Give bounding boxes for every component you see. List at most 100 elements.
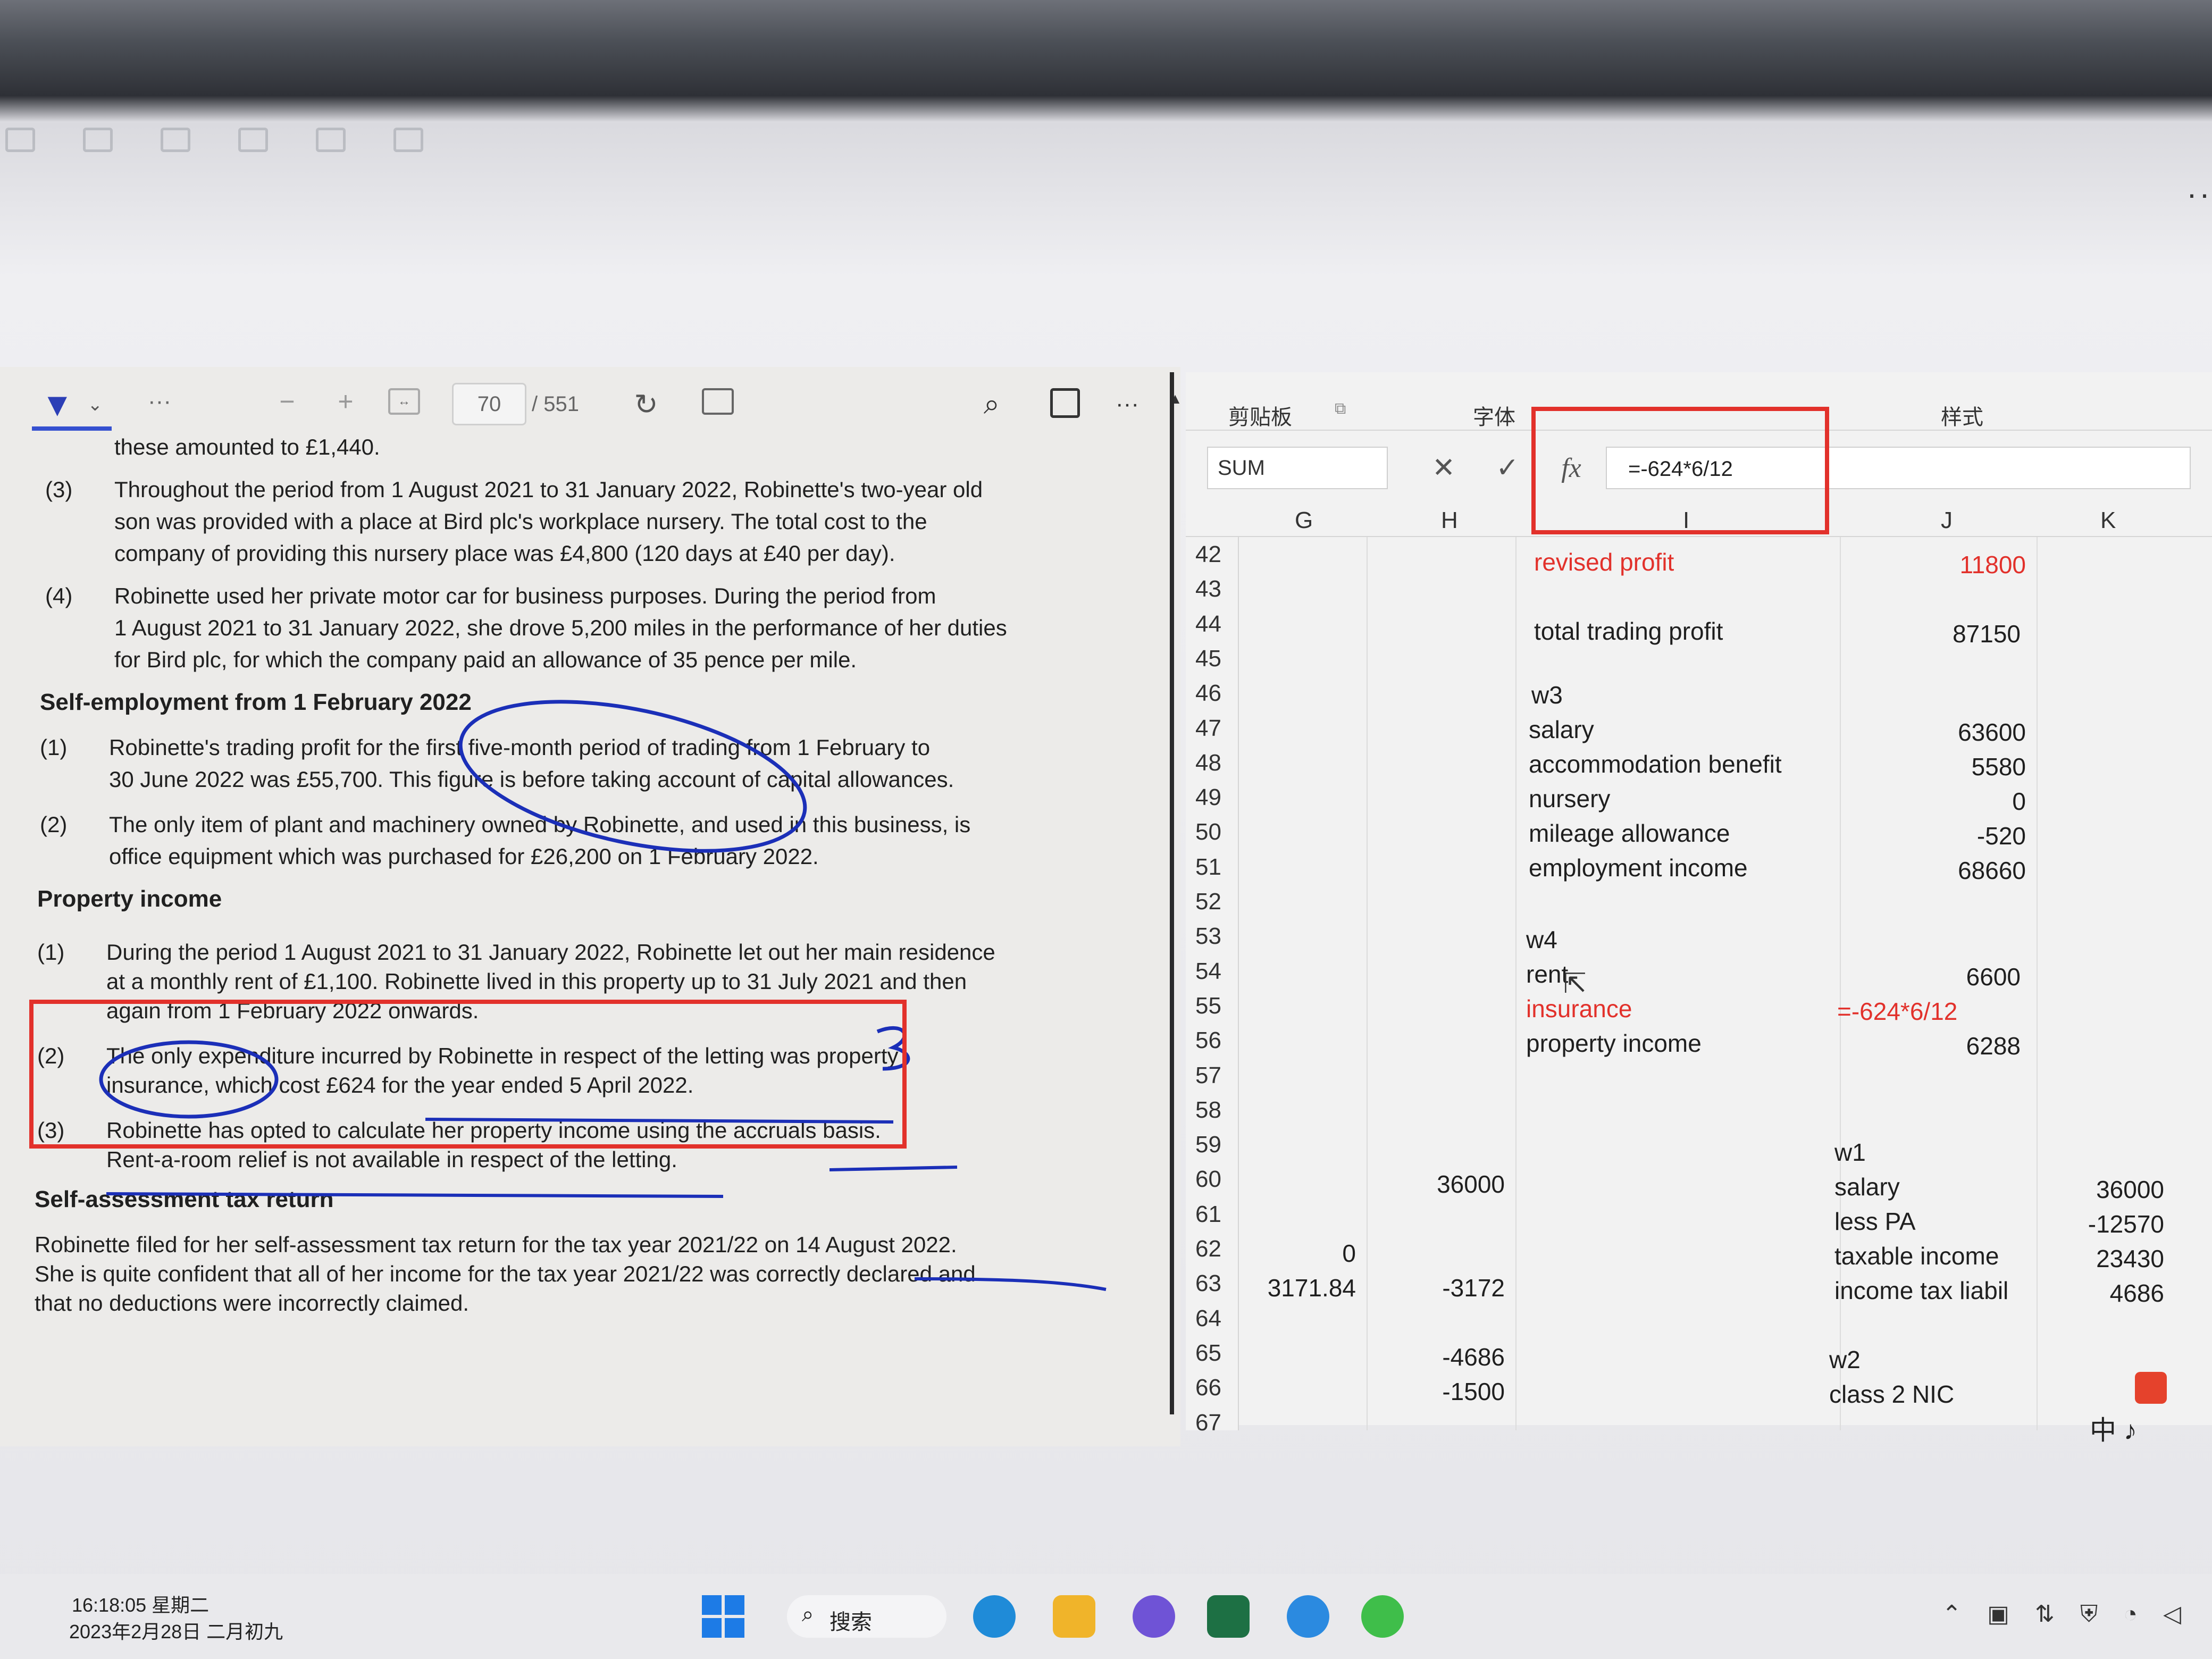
enter-icon[interactable]: ✓: [1484, 447, 1531, 489]
row-header[interactable]: 59: [1195, 1132, 1221, 1158]
row-header[interactable]: 48: [1195, 750, 1221, 776]
row-header[interactable]: 67: [1195, 1410, 1221, 1436]
row-header[interactable]: 46: [1195, 680, 1221, 707]
cell-value[interactable]: 6600: [1914, 962, 2021, 991]
cell-label[interactable]: mileage allowance: [1529, 819, 1730, 848]
cell-value[interactable]: -12570: [2052, 1210, 2164, 1238]
row-header[interactable]: 53: [1195, 923, 1221, 950]
cell-label[interactable]: w4: [1526, 925, 1557, 954]
cell-label[interactable]: taxable income: [1834, 1242, 1999, 1270]
row-header[interactable]: 52: [1195, 889, 1221, 915]
row-header[interactable]: 49: [1195, 784, 1221, 811]
clock-time[interactable]: 16:18:05 星期二: [72, 1590, 209, 1618]
cell-value[interactable]: 87150: [1914, 619, 2021, 648]
browser-icon[interactable]: [1287, 1595, 1329, 1638]
cell-value[interactable]: 23430: [2052, 1244, 2164, 1273]
annotation-ellipse: [458, 700, 807, 853]
cell-label[interactable]: total trading profit: [1534, 617, 1723, 646]
cell-label[interactable]: w1: [1834, 1138, 1866, 1167]
cancel-icon[interactable]: ✕: [1420, 447, 1468, 489]
excel-icon[interactable]: [1207, 1595, 1250, 1638]
cell-value[interactable]: -3172: [1372, 1273, 1505, 1302]
row-header[interactable]: 57: [1195, 1062, 1221, 1089]
cell-value[interactable]: 11800: [1920, 550, 2026, 579]
row-header[interactable]: 45: [1195, 646, 1221, 672]
pdf-viewer: ▼ ⌄ ··· − + ↔ 70 / 551 ↻ ⌕ ··· ▲ these am…: [0, 367, 1183, 1446]
window-divider[interactable]: [1170, 372, 1174, 1414]
cell-value[interactable]: 68660: [1920, 856, 2026, 885]
wechat-icon[interactable]: [1361, 1595, 1404, 1638]
row-header[interactable]: 42: [1195, 541, 1221, 568]
cell-label[interactable]: rent: [1526, 960, 1568, 988]
cell-label[interactable]: salary: [1529, 715, 1594, 744]
cell-label[interactable]: salary: [1834, 1172, 1900, 1201]
row-header[interactable]: 62: [1195, 1236, 1221, 1262]
ime-logo-icon[interactable]: [2135, 1372, 2167, 1404]
cell-label[interactable]: accommodation benefit: [1529, 750, 1782, 778]
copy-icon[interactable]: [161, 128, 190, 152]
name-box[interactable]: SUM: [1207, 447, 1388, 489]
taskbar-search-button[interactable]: ⌕ 搜索: [787, 1595, 946, 1638]
row-header[interactable]: 50: [1195, 819, 1221, 845]
launcher-icon[interactable]: ⧉: [1335, 400, 1346, 418]
row-header[interactable]: 44: [1195, 611, 1221, 638]
cell-value[interactable]: 5580: [1920, 752, 2026, 781]
cell-value[interactable]: 4686: [2052, 1279, 2164, 1308]
system-tray[interactable]: ⌃ ▣ ⇅ ⛨ ◔ ◁: [1942, 1601, 2191, 1628]
ribbon-clipboard-group[interactable]: 剪贴板: [1228, 400, 1292, 431]
taskbar: 16:18:05 星期二 2023年2月28日 二月初九 ⌕ 搜索 ⌃ ▣ ⇅ …: [0, 1574, 2212, 1659]
edge-icon[interactable]: [973, 1595, 1016, 1638]
zoom-icon[interactable]: [5, 128, 35, 152]
cell-label[interactable]: employment income: [1529, 853, 1748, 882]
cell-value[interactable]: -4686: [1372, 1343, 1505, 1371]
clock-date[interactable]: 2023年2月28日 二月初九: [69, 1616, 283, 1644]
row-header[interactable]: 58: [1195, 1097, 1221, 1124]
row-header[interactable]: 66: [1195, 1375, 1221, 1401]
column-header[interactable]: G: [1295, 507, 1313, 534]
cell-label[interactable]: less PA: [1834, 1207, 1916, 1236]
cell-label[interactable]: revised profit: [1534, 548, 1674, 576]
crop-icon[interactable]: [316, 128, 346, 152]
file-explorer-icon[interactable]: [1053, 1595, 1095, 1638]
row-header[interactable]: 43: [1195, 576, 1221, 602]
ribbon-styles-group[interactable]: 样式: [1941, 400, 1983, 431]
row-header[interactable]: 47: [1195, 715, 1221, 742]
row-header[interactable]: 51: [1195, 854, 1221, 881]
ribbon-font-group[interactable]: 字体: [1473, 400, 1515, 431]
cell-label[interactable]: w3: [1531, 681, 1563, 709]
cell-label[interactable]: w2: [1829, 1345, 1861, 1374]
download-icon[interactable]: [393, 128, 423, 152]
ime-toolbar-icon[interactable]: 中 ♪: [2090, 1409, 2137, 1447]
cell-value[interactable]: 36000: [2052, 1175, 2164, 1204]
column-header[interactable]: H: [1441, 507, 1458, 534]
start-button[interactable]: [702, 1595, 744, 1638]
cell-label[interactable]: nursery: [1529, 784, 1610, 813]
cell-label[interactable]: property income: [1526, 1029, 1702, 1058]
column-header[interactable]: K: [2100, 507, 2116, 534]
edit-icon[interactable]: [238, 128, 268, 152]
cell-value[interactable]: -1500: [1372, 1377, 1505, 1406]
layout-icon[interactable]: [83, 128, 113, 152]
cell-value[interactable]: 0: [1920, 787, 2026, 816]
cell-value[interactable]: 36000: [1372, 1170, 1505, 1199]
active-cell-formula[interactable]: =-624*6/12: [1837, 997, 1957, 1026]
row-header[interactable]: 56: [1195, 1027, 1221, 1054]
cell-label[interactable]: class 2 NIC: [1829, 1380, 1954, 1409]
row-header[interactable]: 54: [1195, 958, 1221, 985]
cell-value[interactable]: 0: [1239, 1239, 1356, 1268]
row-header[interactable]: 65: [1195, 1340, 1221, 1367]
more-icon[interactable]: ··: [2186, 175, 2212, 212]
cell-value[interactable]: 3171.84: [1239, 1273, 1356, 1302]
cell-label[interactable]: income tax liabil: [1834, 1276, 2008, 1305]
row-header[interactable]: 63: [1195, 1270, 1221, 1297]
column-header[interactable]: J: [1941, 507, 1953, 534]
cell-value[interactable]: 6288: [1914, 1032, 2021, 1060]
app-top-toolbar: [0, 128, 423, 170]
row-header[interactable]: 64: [1195, 1305, 1221, 1332]
cell-value[interactable]: 63600: [1920, 718, 2026, 747]
row-header[interactable]: 55: [1195, 993, 1221, 1019]
row-header[interactable]: 61: [1195, 1201, 1221, 1228]
cell-value[interactable]: -520: [1920, 822, 2026, 850]
row-header[interactable]: 60: [1195, 1166, 1221, 1193]
copilot-icon[interactable]: [1133, 1595, 1175, 1638]
